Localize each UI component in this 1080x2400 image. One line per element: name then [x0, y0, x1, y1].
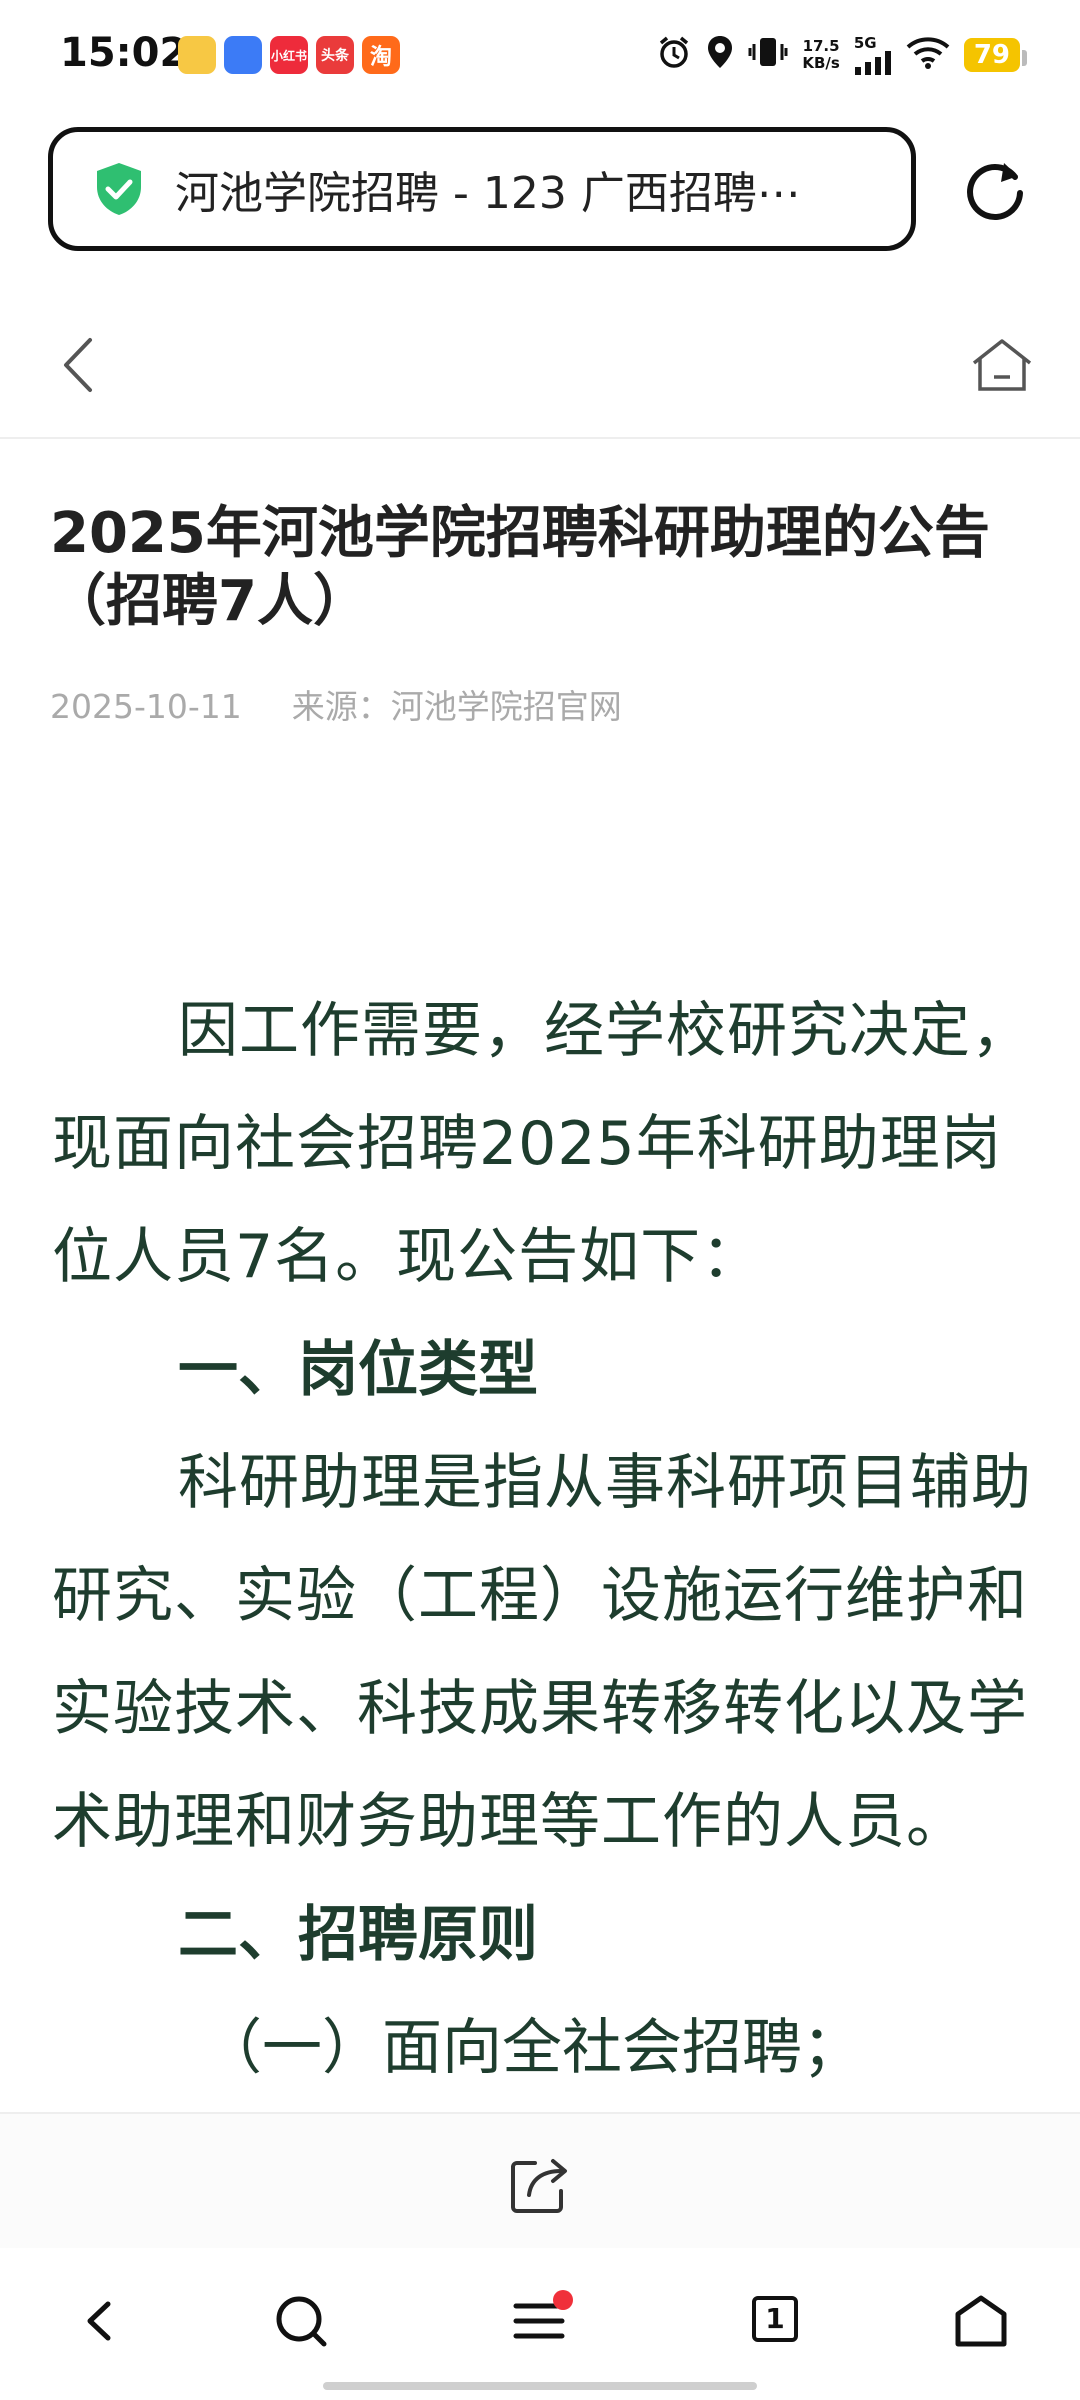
location-icon	[706, 34, 734, 77]
battery-indicator: 79	[963, 38, 1028, 72]
article-source: 来源：河池学院招官网	[291, 687, 622, 726]
article-date: 2025-10-11	[50, 687, 242, 726]
taobao-app-icon: 淘	[362, 36, 400, 74]
wifi-icon	[906, 35, 950, 76]
section-paragraph: 科研助理是指从事科研项目辅助研究、实验（工程）设施运行维护和实验技术、科技成果转…	[52, 1448, 1032, 1857]
page-back-icon[interactable]	[58, 335, 98, 395]
vibrate-icon	[748, 34, 788, 77]
status-bar: 15:02 小红书 头条 淘 17.5 KB/s 5G 79	[0, 0, 1080, 110]
list-item: （一）面向全社会招聘；	[202, 2013, 862, 2083]
secure-shield-icon	[97, 163, 141, 215]
home-icon[interactable]	[950, 2290, 1012, 2352]
site-home-icon[interactable]	[970, 335, 1034, 395]
address-title: 河池学院招聘 - 123 广西招聘⋯	[175, 168, 801, 219]
intro-paragraph: 因工作需要，经学校研究决定，现面向社会招聘2025年科研助理岗位人员7名。现公告…	[52, 996, 1032, 1292]
search-icon[interactable]	[270, 2290, 332, 2352]
back-icon[interactable]	[70, 2290, 132, 2352]
notification-dot	[553, 2290, 573, 2310]
status-icons: 17.5 KB/s 5G 79	[656, 30, 1028, 80]
share-bar	[0, 2112, 1080, 2250]
tabs-button[interactable]: 1	[752, 2296, 798, 2342]
section-heading: 一、岗位类型	[178, 1335, 538, 1405]
address-bar[interactable]: 河池学院招聘 - 123 广西招聘⋯	[48, 127, 916, 251]
browser-toolbar	[0, 2248, 1080, 2400]
network-speed: 17.5 KB/s	[802, 37, 840, 72]
article-body: 因工作需要，经学校研究决定，现面向社会招聘2025年科研助理岗位人员7名。现公告…	[52, 975, 1042, 2105]
xiaohongshu-app-icon: 小红书	[270, 36, 308, 74]
header-divider	[0, 437, 1080, 439]
wallet-app-icon	[178, 36, 216, 74]
status-time: 15:02	[60, 30, 188, 76]
gesture-bar[interactable]	[323, 2382, 757, 2390]
article-title: 2025年河池学院招聘科研助理的公告（招聘7人）	[50, 501, 990, 634]
share-icon[interactable]	[505, 2149, 575, 2219]
reload-icon[interactable]	[960, 155, 1030, 225]
toutiao-app-icon: 头条	[316, 36, 354, 74]
browser-app-icon	[224, 36, 262, 74]
alarm-icon	[656, 34, 692, 77]
article-meta: 2025-10-11 来源：河池学院招官网	[50, 680, 622, 728]
section-heading: 二、招聘原则	[178, 1900, 538, 1970]
signal-icon: 5G	[854, 35, 892, 75]
